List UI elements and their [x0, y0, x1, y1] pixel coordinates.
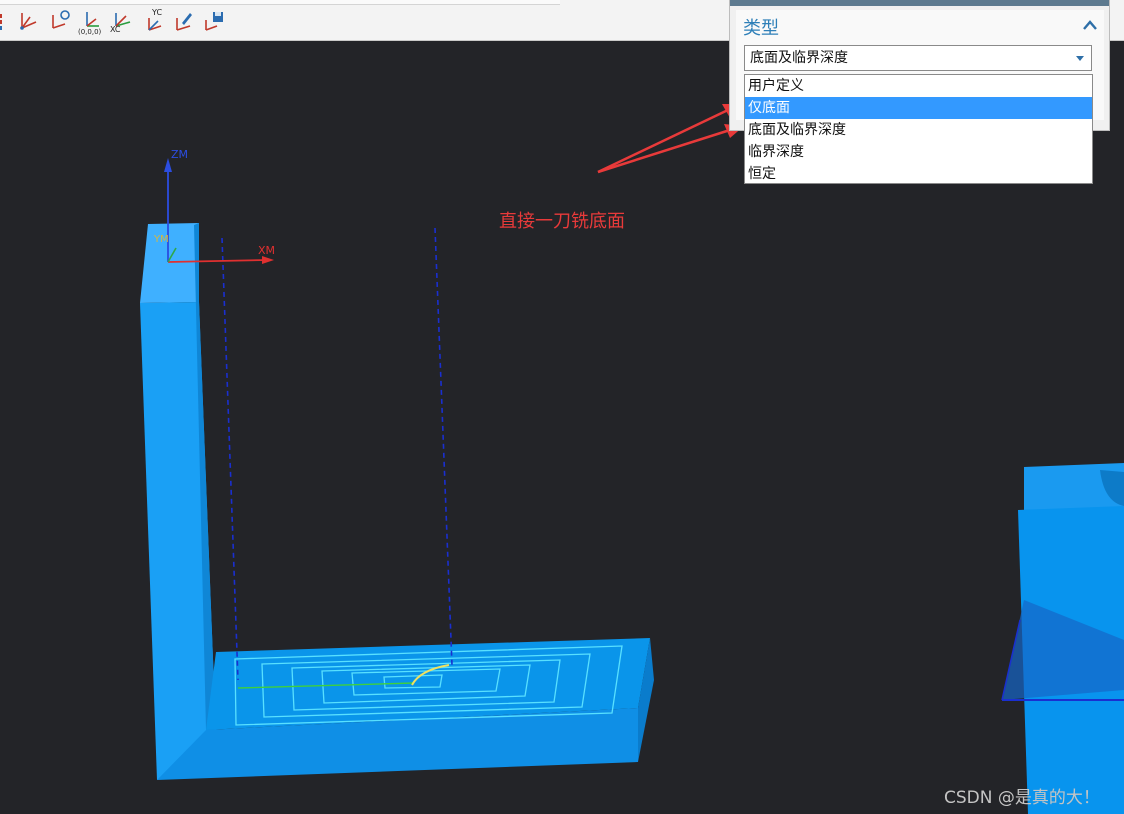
watermark: CSDN @是真的大！ [944, 788, 1100, 808]
toolbar-top-strip [0, 0, 560, 5]
chevron-up-icon[interactable] [1082, 18, 1098, 32]
csys-xc-icon[interactable] [110, 8, 136, 34]
option-critical-depth[interactable]: 临界深度 [745, 141, 1092, 163]
axis-y-label: YM [154, 234, 169, 245]
csys-rotate-icon[interactable] [47, 8, 73, 34]
retract-line-right [434, 227, 453, 666]
annotation-text: 直接一刀铣底面 [499, 211, 625, 232]
option-constant[interactable]: 恒定 [745, 163, 1092, 185]
csys-dynamic-icon[interactable] [16, 8, 42, 34]
type-select-value: 底面及临界深度 [750, 50, 848, 66]
csys-orient-icon[interactable] [171, 8, 197, 34]
csys-save-icon[interactable] [200, 8, 226, 34]
retract-line-left [221, 237, 239, 681]
type-dropdown-list: 用户定义 仅底面 底面及临界深度 临界深度 恒定 [744, 74, 1093, 184]
axis-x-label: XM [258, 244, 276, 257]
panel-title-strip [730, 0, 1109, 6]
annotation-arrows [597, 104, 744, 174]
axis-x-arrow [262, 256, 274, 264]
option-floor-only[interactable]: 仅底面 [745, 97, 1092, 119]
axis-z-label: ZM [171, 148, 189, 161]
option-user-defined[interactable]: 用户定义 [745, 75, 1092, 97]
type-select[interactable]: 底面及临界深度 [744, 45, 1092, 71]
part-top-face [140, 223, 199, 303]
option-floor-and-critical-depth[interactable]: 底面及临界深度 [745, 119, 1092, 141]
csys-origin-icon[interactable] [79, 8, 105, 34]
chevron-down-icon [1076, 56, 1084, 61]
csys-yc-icon[interactable] [143, 8, 169, 34]
group-title-type: 类型 [743, 18, 779, 39]
